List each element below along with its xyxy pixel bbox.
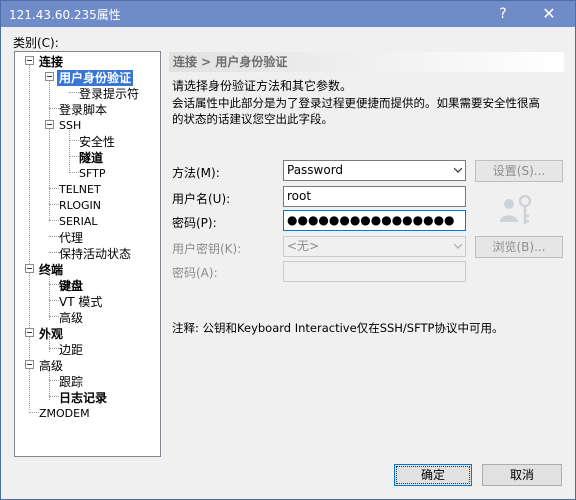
tree-item-keep-alive[interactable]: 保持活动状态 — [59, 246, 131, 262]
tree-item-ssh[interactable]: SSH — [59, 118, 81, 134]
tree-item-vt-mode[interactable]: VT 模式 — [59, 294, 102, 310]
tree-item-sftp[interactable]: SFTP — [79, 166, 105, 182]
tree-item-logging[interactable]: 日志记录 — [59, 390, 107, 406]
tree-line — [29, 412, 39, 413]
panel-header: 连接 > 用户身份验证 — [169, 52, 564, 72]
tree-item-proxy[interactable]: 代理 — [59, 230, 83, 246]
tree-line — [49, 204, 59, 205]
tree-line — [49, 80, 50, 220]
tree-line — [49, 396, 59, 397]
password-input[interactable]: ●●●●●●●●●●●●●●●● — [283, 210, 466, 231]
username-label: 用户名(U): — [172, 192, 231, 206]
tree-item-zmodem[interactable]: ZMODEM — [39, 406, 90, 422]
tree-line — [69, 128, 70, 173]
tree-line — [29, 64, 30, 410]
chevron-down-icon — [454, 243, 462, 249]
category-tree[interactable]: 连接 用户身份验证 登录提示符 登录脚本 SSH 安全性 隧道 SFTP TEL… — [14, 51, 161, 457]
tree-item-margins[interactable]: 边距 — [59, 342, 83, 358]
close-button[interactable]: ✕ — [531, 1, 567, 27]
method-label: 方法(M): — [172, 166, 220, 180]
passphrase-input[interactable] — [283, 261, 466, 282]
tree-line — [49, 236, 59, 237]
tree-item-authentication[interactable]: 用户身份验证 — [57, 70, 134, 86]
collapse-icon[interactable] — [25, 264, 34, 273]
tree-item-appearance[interactable]: 外观 — [39, 326, 63, 342]
tree-line — [49, 380, 59, 381]
tree-item-tunnel[interactable]: 隧道 — [79, 150, 103, 166]
tree-line — [49, 300, 59, 301]
tree-line — [69, 92, 79, 93]
userkey-select[interactable]: <无> — [283, 236, 466, 257]
tree-line — [49, 272, 50, 320]
username-input[interactable]: root — [283, 186, 466, 207]
tree-item-terminal[interactable]: 终端 — [39, 262, 63, 278]
tree-line — [49, 220, 59, 221]
user-key-icon — [500, 194, 532, 224]
collapse-icon[interactable] — [45, 120, 54, 129]
tree-item-login-prompts[interactable]: 登录提示符 — [79, 86, 139, 102]
collapse-icon[interactable] — [25, 56, 34, 65]
tree-item-rlogin[interactable]: RLOGIN — [59, 198, 101, 214]
tree-line — [49, 348, 59, 349]
collapse-icon[interactable] — [25, 328, 34, 337]
ok-button[interactable]: 确定 — [394, 464, 472, 486]
tree-item-trace[interactable]: 跟踪 — [59, 374, 83, 390]
description-line-2: 会话属性中此部分是为了登录过程更便捷而提供的。如果需要安全性很高 — [172, 96, 540, 110]
tree-item-telnet[interactable]: TELNET — [59, 182, 101, 198]
category-label: 类别(C): — [13, 36, 59, 50]
userkey-label: 用户密钥(K): — [172, 242, 242, 256]
method-select[interactable]: Password — [283, 160, 466, 181]
method-value: Password — [287, 163, 344, 177]
tree-item-serial[interactable]: SERIAL — [59, 214, 97, 230]
cancel-button[interactable]: 取消 — [482, 464, 562, 486]
collapse-icon[interactable] — [45, 72, 54, 81]
tree-item-security[interactable]: 安全性 — [79, 134, 115, 150]
tree-line — [69, 172, 79, 173]
tree-item-login-script[interactable]: 登录脚本 — [59, 102, 107, 118]
password-label: 密码(P): — [172, 216, 217, 230]
userkey-value: <无> — [287, 239, 320, 253]
chevron-down-icon — [454, 167, 462, 173]
settings-button[interactable]: 设置(S)... — [475, 160, 563, 182]
tree-line — [49, 284, 59, 285]
passphrase-label: 密码(A): — [172, 266, 218, 280]
tree-item-keyboard[interactable]: 键盘 — [59, 278, 83, 294]
tree-item-advanced[interactable]: 高级 — [39, 358, 63, 374]
description-line-1: 请选择身份验证方法和其它参数。 — [172, 79, 353, 93]
help-button[interactable]: ? — [485, 1, 521, 27]
window-title: 121.43.60.235属性 — [9, 8, 121, 22]
tree-line — [49, 252, 59, 253]
properties-dialog: 121.43.60.235属性 ? ✕ 类别(C): 连接 用户身份验证 登录提… — [0, 0, 576, 500]
tree-line — [69, 140, 79, 141]
tree-line — [49, 108, 59, 109]
note-text: 注释: 公钥和Keyboard Interactive仅在SSH/SFTP协议中… — [172, 321, 504, 335]
collapse-icon[interactable] — [25, 360, 34, 369]
tree-line — [49, 188, 59, 189]
tree-line — [69, 156, 79, 157]
tree-item-terminal-advanced[interactable]: 高级 — [59, 310, 83, 326]
browse-button[interactable]: 浏览(B)... — [475, 236, 563, 258]
tree-item-connection[interactable]: 连接 — [39, 54, 63, 70]
tree-line — [49, 316, 59, 317]
title-bar: 121.43.60.235属性 ? ✕ — [1, 1, 575, 27]
description-line-3: 的状态的话建议您空出此字段。 — [172, 112, 333, 126]
